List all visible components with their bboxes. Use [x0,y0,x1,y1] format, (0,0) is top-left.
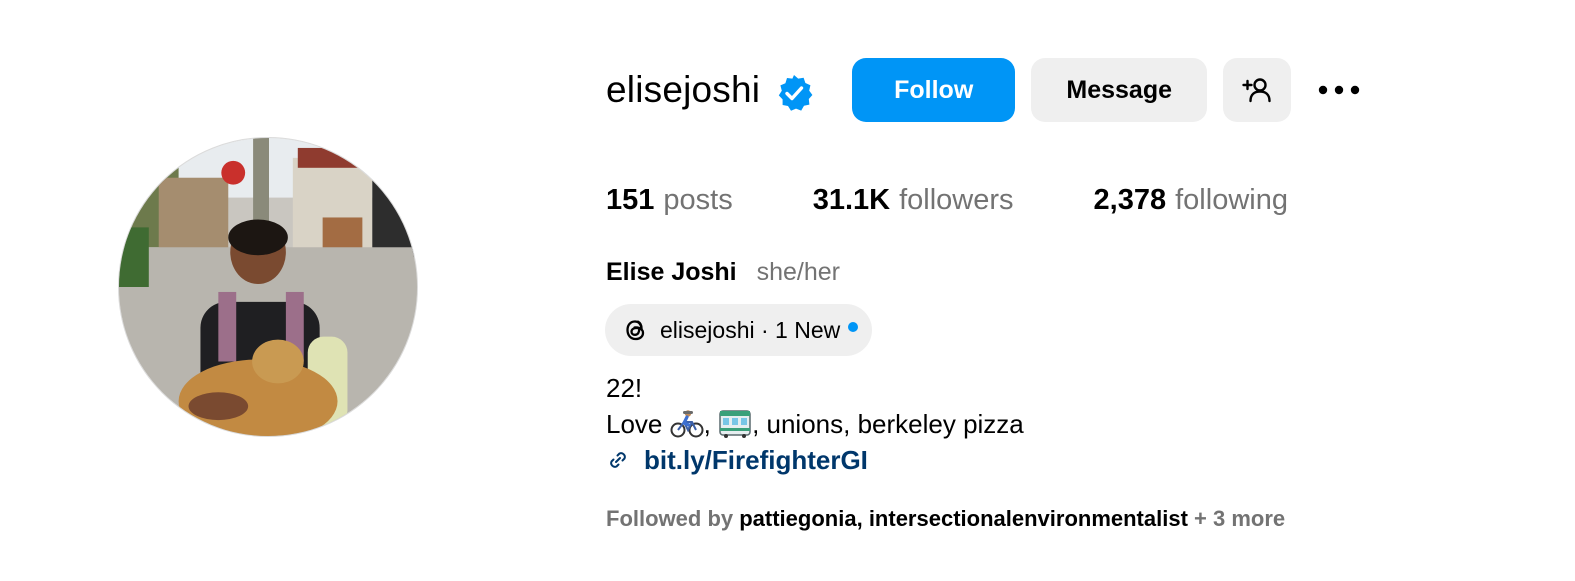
followed-by-account[interactable]: intersectionalenvironmentalist [869,506,1188,531]
followed-by[interactable]: Followed by pattiegonia, intersectionale… [606,506,1285,532]
profile-page: elisejoshi Follow Message 151 posts 31.1… [0,0,1575,581]
more-horizontal-icon [1319,85,1360,95]
stat-following[interactable]: 2,378 following [1094,184,1288,217]
bio-line-2-suffix: , unions, berkeley pizza [752,409,1024,439]
stat-following-label: following [1175,183,1288,216]
threads-badge-text: elisejoshi · 1 New [660,316,841,343]
bio-line-2-prefix: Love [606,409,670,439]
person-add-icon [1242,78,1271,103]
profile-stats: 151 posts 31.1K followers 2,378 followin… [606,178,1288,222]
bio-line-2: Love , , unions, berkeley pizza [606,406,1024,442]
profile-avatar[interactable] [118,137,418,437]
link-icon [610,452,626,468]
stat-followers-label: followers [899,183,1014,216]
person-biking-emoji [670,409,704,439]
stat-followers[interactable]: 31.1K followers [813,184,1014,217]
message-button[interactable]: Message [1031,58,1208,122]
verified-badge-icon [774,73,814,113]
avatar-photo [119,138,417,436]
followed-by-more[interactable]: + 3 more [1188,506,1285,531]
profile-full-name: Elise Joshi [606,258,737,286]
more-options-button[interactable] [1317,58,1361,122]
threads-icon [619,314,651,346]
suggested-accounts-button[interactable] [1223,58,1292,122]
new-indicator-dot [848,322,859,332]
bio-link[interactable]: bit.ly/FirefighterGI [606,442,1024,478]
profile-header: elisejoshi Follow Message [606,58,1361,122]
stat-posts-count: 151 [606,183,655,216]
bio-separator: , [703,409,719,439]
follow-button[interactable]: Follow [852,58,1016,122]
bio-link-text[interactable]: bit.ly/FirefighterGI [644,442,868,478]
profile-bio: 22! Love , , unions, berkeley pizza bit.… [606,370,1024,478]
stat-followers-count: 31.1K [812,183,891,216]
followed-by-account[interactable]: pattiegonia [739,506,856,531]
followed-by-separator: , [856,506,869,531]
profile-name-row: Elise Joshi she/her [606,258,840,294]
profile-pronouns: she/her [756,258,841,286]
stat-posts: 151 posts [606,184,733,217]
bio-line-1: 22! [606,373,643,403]
followed-by-prefix: Followed by [606,506,740,531]
profile-username: elisejoshi [606,69,761,110]
threads-badge-link[interactable]: elisejoshi · 1 New [605,304,872,356]
tram-emoji [718,409,752,439]
stat-posts-label: posts [663,183,733,216]
stat-following-count: 2,378 [1093,183,1167,216]
